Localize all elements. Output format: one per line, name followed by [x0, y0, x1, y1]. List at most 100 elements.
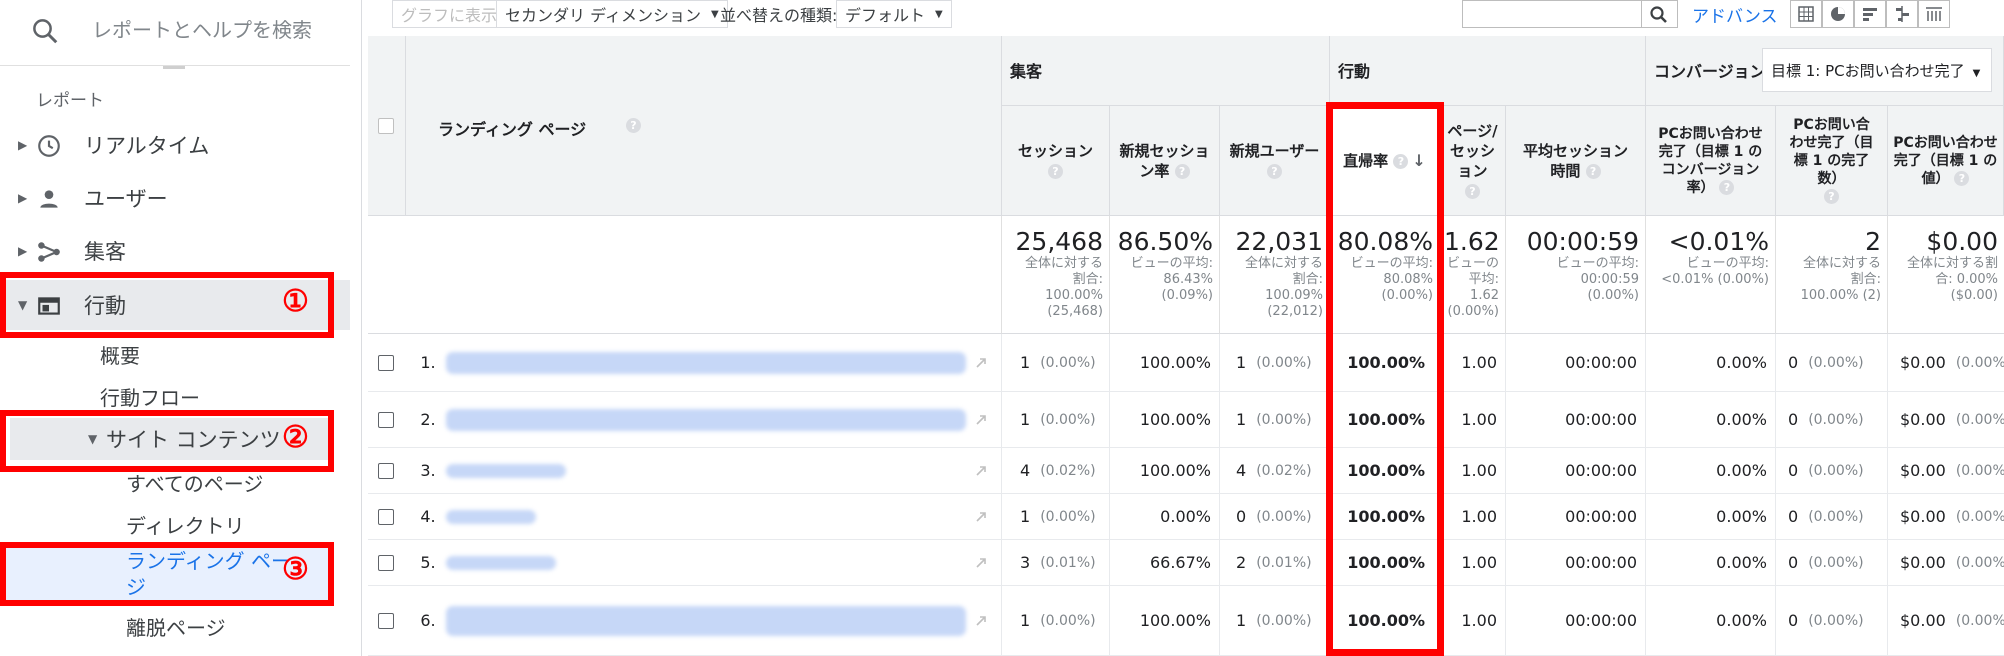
completions-header[interactable]: PCお問い合わせ完了（目標 1 の完了数）?: [1776, 106, 1888, 216]
avg-session-duration-cell: 00:00:00: [1506, 494, 1646, 539]
nav-label: リアルタイム: [84, 134, 210, 158]
landing-page-link[interactable]: [446, 463, 566, 478]
cell-value: 00:00:00: [1565, 611, 1637, 630]
avg-session-duration-cell: 00:00:00: [1506, 334, 1646, 391]
nav-acquisition[interactable]: ▶ 集客: [0, 226, 350, 276]
landing-page-link[interactable]: [446, 555, 556, 570]
row-checkbox[interactable]: [378, 354, 394, 371]
external-link-icon[interactable]: [973, 555, 989, 571]
table-filter-input[interactable]: [1462, 0, 1642, 28]
total-value: 2: [1865, 227, 1881, 256]
sessions-header[interactable]: セッション?: [1002, 106, 1110, 216]
view-pie-button[interactable]: [1822, 0, 1854, 28]
landing-page-link[interactable]: [446, 605, 966, 636]
nav-users[interactable]: ▶ ユーザー: [0, 173, 350, 223]
select-all-checkbox[interactable]: [378, 118, 394, 134]
help-icon[interactable]: ?: [626, 118, 641, 133]
external-link-icon[interactable]: [973, 509, 989, 525]
search-icon: [1650, 6, 1667, 23]
annotation-number-2: ②: [282, 420, 309, 455]
cell-value: 0.00%: [1716, 507, 1767, 526]
nav-realtime[interactable]: ▶ リアルタイム: [0, 120, 350, 170]
landing-page-header[interactable]: ランディング ページ ?: [406, 36, 1002, 216]
avg-session-duration-header[interactable]: 平均セッション時間 ?: [1506, 106, 1646, 216]
search-icon: [33, 19, 58, 44]
cell-value: 00:00:00: [1565, 507, 1637, 526]
external-link-icon[interactable]: [973, 463, 989, 479]
row-checkbox[interactable]: [378, 462, 394, 479]
secondary-dimension-dropdown[interactable]: セカンダリ ディメンション ▼: [496, 0, 728, 28]
total-value: 00:00:59: [1526, 227, 1639, 256]
sessions-cell: 1 (0.00%): [1002, 494, 1110, 539]
view-comparison-button[interactable]: [1886, 0, 1918, 28]
new-users-cell: 1 (0.00%): [1220, 334, 1330, 391]
row-checkbox-cell: [368, 392, 406, 447]
total-value: $0.00: [1926, 227, 1998, 256]
nav-exit-pages[interactable]: 離脱ページ: [126, 612, 226, 641]
view-performance-button[interactable]: [1854, 0, 1886, 28]
nav-label: ユーザー: [84, 187, 168, 211]
help-icon[interactable]: ?: [1267, 163, 1282, 179]
cell-value: 0.00%: [1716, 353, 1767, 372]
graph-show-button[interactable]: グラフに表示: [392, 0, 507, 28]
help-icon[interactable]: ?: [1954, 171, 1970, 186]
goal-value-cell: $0.00 (0.00%): [1888, 494, 2004, 539]
completions-cell: 0 (0.00%): [1776, 586, 1888, 655]
landing-page-link[interactable]: [446, 509, 536, 524]
cell-percent: (0.00%): [1808, 354, 1864, 371]
nav-behavior-flow[interactable]: 行動フロー: [100, 382, 200, 411]
table-filter-button[interactable]: [1642, 0, 1678, 28]
goal-value-header[interactable]: PCお問い合わせ完了（目標 1 の値） ?: [1888, 106, 2004, 216]
conversion-rate-cell: 0.00%: [1646, 334, 1776, 391]
row-checkbox[interactable]: [378, 612, 394, 629]
total-new-sessions-rate: 86.50% ビューの平均: 86.43% (0.09%): [1110, 216, 1220, 334]
table-view-icon: [1798, 6, 1814, 22]
total-sessions: 25,468 全体に対する割合: 100.00% (25,468): [1002, 216, 1110, 334]
report-search[interactable]: レポートとヘルプを検索: [0, 0, 350, 66]
external-link-icon[interactable]: [973, 613, 989, 629]
conversion-rate-cell: 0.00%: [1646, 392, 1776, 447]
nav-behavior-overview[interactable]: 概要: [100, 340, 140, 369]
sort-type-dropdown[interactable]: デフォルト ▼: [836, 0, 952, 28]
help-icon[interactable]: ?: [1585, 163, 1601, 179]
landing-page-link[interactable]: [446, 408, 966, 431]
conversion-rate-cell: 0.00%: [1646, 540, 1776, 585]
cell-value: $0.00: [1900, 410, 1946, 429]
total-goal-value: $0.00 全体に対する割合: 0.00% ($0.00): [1888, 216, 2004, 334]
total-note: ビューの平均: 86.43% (0.09%): [1130, 256, 1213, 303]
help-icon[interactable]: ?: [1719, 180, 1735, 195]
advanced-filter-link[interactable]: アドバンス: [1692, 2, 1778, 27]
pages-per-session-header[interactable]: ページ/セッション?: [1440, 106, 1506, 216]
cell-value: 1.00: [1461, 410, 1497, 429]
new-users-cell: 4 (0.02%): [1220, 448, 1330, 493]
cell-percent: (0.00%): [1808, 411, 1864, 428]
cell-value: 0.00%: [1160, 507, 1211, 526]
help-icon[interactable]: ?: [1174, 163, 1190, 179]
view-table-button[interactable]: [1790, 0, 1822, 28]
external-link-icon[interactable]: [973, 355, 989, 371]
row-checkbox[interactable]: [378, 411, 394, 428]
nav-label: 集客: [84, 240, 126, 264]
new-users-header[interactable]: 新規ユーザー ?: [1220, 106, 1330, 216]
header-label: セッション: [1017, 141, 1093, 160]
view-pivot-button[interactable]: [1918, 0, 1950, 28]
chevron-down-icon: ▼: [935, 8, 943, 20]
nav-all-pages[interactable]: すべてのページ: [126, 468, 263, 497]
help-icon[interactable]: ?: [1465, 183, 1480, 199]
row-index: 3.: [420, 461, 436, 480]
row-checkbox[interactable]: [378, 508, 394, 525]
cell-percent: (0.00%): [1040, 612, 1096, 629]
landing-page-link[interactable]: [446, 351, 966, 374]
cell-percent: (0.00%): [1808, 462, 1864, 479]
nav-directory[interactable]: ディレクトリ: [126, 510, 245, 539]
help-icon[interactable]: ?: [1824, 189, 1839, 204]
new-sessions-rate-header[interactable]: 新規セッション率 ?: [1110, 106, 1220, 216]
conversion-rate-header[interactable]: PCお問い合わせ完了（目標 1 のコンバージョン率） ?: [1646, 106, 1776, 216]
row-checkbox[interactable]: [378, 554, 394, 571]
help-icon[interactable]: ?: [1047, 163, 1063, 179]
external-link-icon[interactable]: [973, 412, 989, 428]
goal-select-dropdown[interactable]: 目標 1: PCお問い合わせ完了 ▼: [1762, 48, 1992, 92]
landing-page-header-label: ランディング ページ: [438, 120, 587, 139]
landing-page-cell: 4.: [406, 494, 1002, 539]
conversion-rate-cell: 0.00%: [1646, 586, 1776, 655]
